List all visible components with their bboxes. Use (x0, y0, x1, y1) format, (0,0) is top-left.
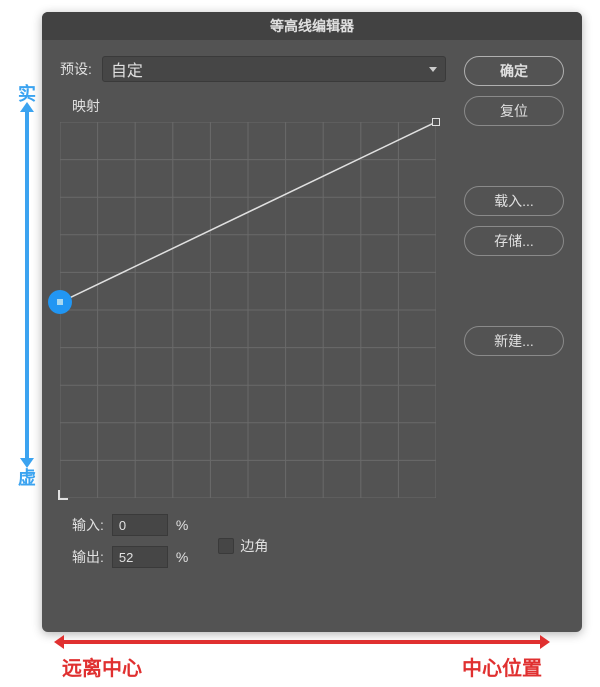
horizontal-arrow-icon (62, 640, 542, 644)
preset-dropdown[interactable]: 自定 (102, 56, 446, 82)
corner-label: 边角 (240, 536, 268, 556)
button-panel: 确定 复位 载入... 存储... 新建... (464, 56, 564, 578)
dialog-content: 预设: 自定 映射 (42, 40, 582, 594)
load-button[interactable]: 载入... (464, 186, 564, 216)
preset-label: 预设: (60, 59, 92, 79)
vertical-arrow-icon (25, 110, 29, 460)
grid-svg (60, 122, 436, 498)
curve-point-end[interactable] (432, 118, 440, 126)
vertical-annotation: 实 虚 (18, 80, 36, 490)
curve-grid (60, 122, 436, 498)
percent-label: % (176, 517, 188, 533)
contour-editor-dialog: 等高线编辑器 预设: 自定 映射 (42, 12, 582, 632)
input-field[interactable] (112, 514, 168, 536)
output-field[interactable] (112, 546, 168, 568)
preset-row: 预设: 自定 (60, 56, 446, 82)
curve-editor[interactable] (60, 122, 436, 498)
anno-right-label: 中心位置 (462, 652, 542, 681)
mapping-label: 映射 (72, 96, 446, 116)
chevron-down-icon (429, 67, 437, 72)
corner-checkbox-group: 边角 (218, 536, 268, 556)
percent-label: % (176, 549, 188, 565)
corner-marker-icon (58, 490, 68, 500)
preset-value: 自定 (111, 57, 143, 81)
output-row: 输出: % (72, 546, 188, 568)
new-button[interactable]: 新建... (464, 326, 564, 356)
input-label: 输入: (72, 515, 104, 535)
reset-button[interactable]: 复位 (464, 96, 564, 126)
horizontal-annotation: 远离中心 中心位置 (62, 640, 542, 681)
point-handle-icon (57, 299, 63, 305)
corner-checkbox[interactable] (218, 538, 234, 554)
anno-left-label: 远离中心 (62, 652, 142, 681)
ok-button[interactable]: 确定 (464, 56, 564, 86)
dialog-title: 等高线编辑器 (42, 12, 582, 40)
curve-point-start[interactable] (48, 290, 72, 314)
left-panel: 预设: 自定 映射 (60, 56, 446, 578)
save-button[interactable]: 存储... (464, 226, 564, 256)
input-row: 输入: % (72, 514, 188, 536)
output-label: 输出: (72, 547, 104, 567)
